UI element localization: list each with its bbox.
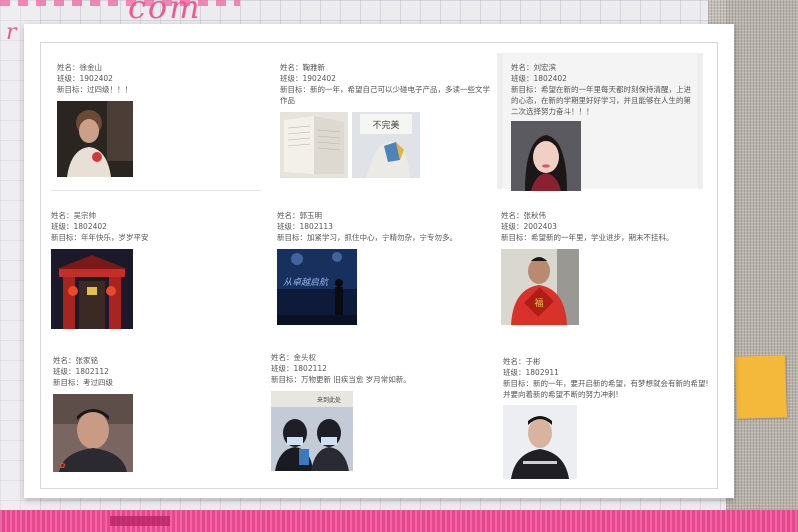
photo-caption: 来到此处 [317,396,341,404]
student-entry-3: 姓名：刘宏滨 班级：1802402 新目标：希望在新的一年里每天都时刻保持清醒，… [511,62,697,191]
student-photo [280,112,348,178]
student-photo: 福 [501,249,579,325]
student-goal: 新目标：希望在新的一年里每天都时刻保持清醒，上进的心态，在新的学期里好好学习，并… [511,85,691,116]
student-goal: 新目标：新的一年，要开启新的希望，有梦想就会有新的希望!并要向着新的希望不断的努… [503,379,709,399]
student-class: 班级：1902402 [280,74,336,83]
student-photo: ✿ [53,394,133,472]
student-photo: 来到此处 [271,391,353,471]
student-entry-4: 姓名：吴宗帅 班级：1802402 新目标：年年快乐，岁岁平安 [51,210,261,329]
student-class: 班级：1802112 [271,364,327,373]
book-cover-text: 不完美 [372,119,399,131]
student-class: 班级：1902402 [57,74,113,83]
student-name: 姓名：张家铭 [53,356,98,365]
student-goal: 新目标：过四级！！！ [57,85,132,94]
student-photo [57,101,133,177]
pink-tape-top [0,0,240,6]
student-name: 姓名：吴宗帅 [51,211,96,220]
student-class: 班级：1802402 [51,222,107,231]
student-name: 姓名：刘宏滨 [511,63,556,72]
student-entry-5: 姓名：郭玉明 班级：1802113 新目标：加紧学习，抓住中心，宁精勿杂，宁专勿… [277,210,489,325]
student-name: 姓名：徐金山 [57,63,102,72]
student-entry-2: 姓名：鞠雅新 班级：1902402 新目标：新的一年，希望自己可以少碰电子产品，… [280,62,492,178]
student-class: 班级：1802402 [511,74,567,83]
student-goal: 新目标：希望新的一年里，学业进步，期末不挂科。 [501,233,674,242]
row-divider [51,190,261,191]
pink-band-shade [110,516,170,526]
sticky-note [734,355,788,419]
student-goal: 新目标：考过四级 [53,378,113,387]
student-name: 姓名：鞠雅新 [280,63,325,72]
student-entry-1: 姓名：徐金山 班级：1902402 新目标：过四级！！！ [57,62,257,177]
student-photo: 从卓越启航 [277,249,357,325]
student-class: 班级：1802911 [503,368,559,377]
decorative-corner-text: r [6,20,17,45]
student-name: 姓名：郭玉明 [277,211,322,220]
student-goal: 新目标：万物更新 旧疾当愈 岁月常如新。 [271,375,411,384]
student-entry-8: 姓名：金头权 班级：1802112 新目标：万物更新 旧疾当愈 岁月常如新。 来… [271,352,483,471]
student-photo: 不完美 [352,112,420,178]
student-photo [51,249,133,329]
svg-text:✿: ✿ [59,461,66,470]
student-entry-7: 姓名：张家铭 班级：1802112 新目标：考过四级 ✿ [53,355,265,472]
decorative-text: com [128,0,202,26]
svg-text:福: 福 [534,297,543,309]
student-class: 班级：2002403 [501,222,557,231]
student-name: 姓名：于彬 [503,357,541,366]
content-card: 姓名：徐金山 班级：1902402 新目标：过四级！！！ 姓名：鞠雅新 班级：1… [24,24,734,498]
student-name: 姓名：金头权 [271,353,316,362]
student-entry-6: 姓名：张秋伟 班级：2002403 新目标：希望新的一年里，学业进步，期末不挂科… [501,210,711,325]
student-photo [503,405,577,479]
student-grid: 姓名：徐金山 班级：1902402 新目标：过四级！！！ 姓名：鞠雅新 班级：1… [40,42,718,489]
student-photo [511,121,581,191]
banner-text: 从卓越启航 [283,277,330,288]
student-goal: 新目标：新的一年，希望自己可以少碰电子产品，多读一些文学作品 [280,85,490,105]
student-goal: 新目标：年年快乐，岁岁平安 [51,233,149,242]
student-goal: 新目标：加紧学习，抓住中心，宁精勿杂，宁专勿多。 [277,233,457,242]
student-entry-9: 姓名：于彬 班级：1802911 新目标：新的一年，要开启新的希望，有梦想就会有… [503,356,715,479]
fabric-texture [726,0,798,532]
student-name: 姓名：张秋伟 [501,211,546,220]
student-class: 班级：1802112 [53,367,109,376]
student-class: 班级：1802113 [277,222,333,231]
